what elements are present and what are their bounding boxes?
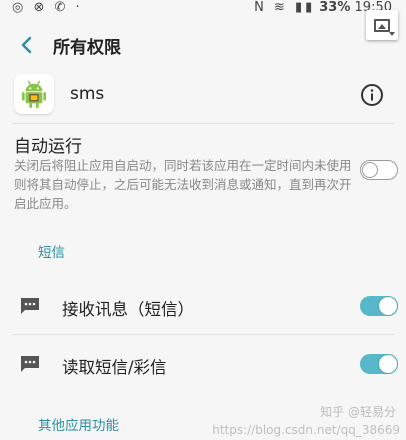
back-button[interactable] (12, 30, 40, 60)
toggle-knob (379, 355, 397, 373)
app-icon (14, 74, 54, 114)
autorun-toggle[interactable] (360, 160, 398, 180)
permission-toggle-read-sms-mms[interactable] (360, 354, 398, 374)
battery-percent: 33% (319, 0, 351, 15)
permission-label: 接收讯息（短信） (62, 300, 194, 319)
divider (12, 334, 394, 335)
status-bar: ◎ ⊗ ✆ · N ≋ ▮▮ 33% 19:50 (0, 0, 406, 18)
app-name: sms (70, 84, 105, 104)
info-icon (361, 84, 383, 106)
permission-row-read-sms-mms[interactable]: 读取短信/彩信 (0, 338, 406, 392)
android-icon (21, 80, 47, 108)
message-icon (21, 298, 39, 314)
permission-row-receive-sms[interactable]: 接收讯息（短信） (0, 280, 406, 334)
csdn-watermark: https://blog.csdn.net/qq_38669 (212, 423, 400, 437)
toggle-knob (362, 161, 378, 178)
app-info-button[interactable] (360, 83, 384, 107)
permission-label: 读取短信/彩信 (62, 358, 167, 377)
section-header-sms: 短信 (38, 245, 65, 261)
section-header-other-features: 其他应用功能 (38, 418, 119, 434)
back-arrow-icon (21, 36, 32, 54)
zhihu-watermark: 知乎 @轻易分 (320, 405, 396, 419)
autorun-title: 自动运行 (14, 137, 82, 157)
page-title: 所有权限 (53, 38, 121, 58)
message-icon (21, 356, 39, 372)
app-header-row: sms (0, 70, 406, 120)
status-bar-left-icons: ◎ ⊗ ✆ · (12, 0, 83, 15)
toggle-knob (379, 297, 397, 315)
autorun-description: 关闭后将阻止应用自启动，同时若该应用在一定时间内未使用则将其自动停止，之后可能无… (14, 158, 352, 211)
permission-toggle-receive-sms[interactable] (360, 296, 398, 316)
app-bar: 所有权限 (0, 22, 406, 68)
divider (12, 123, 394, 124)
status-bar-right-icons: N ≋ ▮▮ (254, 0, 316, 15)
